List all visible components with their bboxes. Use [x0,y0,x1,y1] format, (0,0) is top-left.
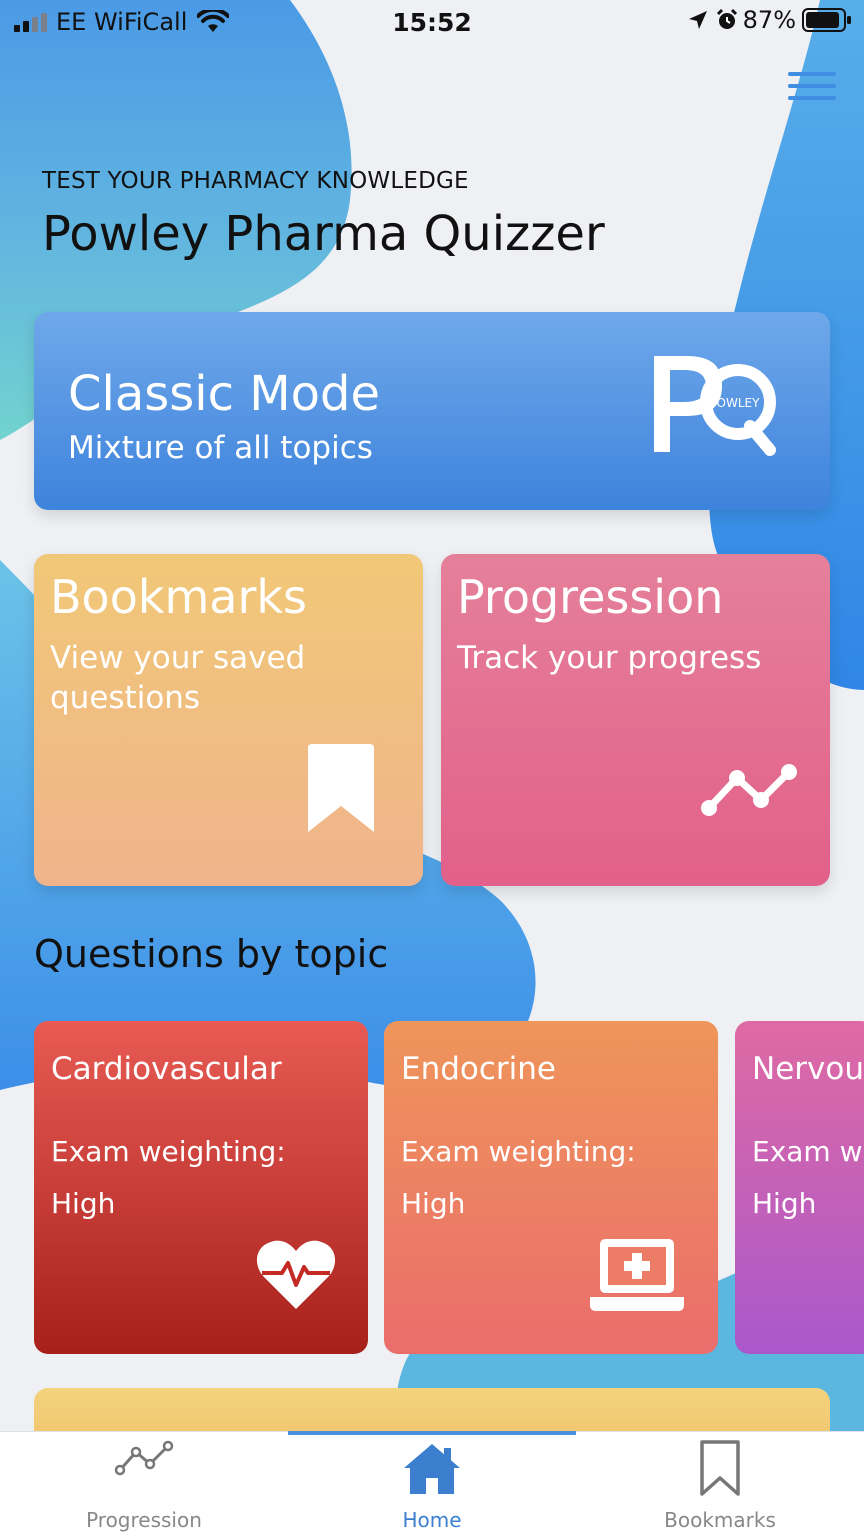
bookmark-icon [308,744,374,832]
tab-label: Bookmarks [664,1508,776,1532]
battery-percent: 87% [742,6,796,34]
status-bar: EE WiFiCall 15:52 87% [0,0,864,44]
progression-card-title: Progression [457,570,724,624]
line-chart-icon [701,764,797,816]
topic-weighting-label: Exam weighting: [401,1135,636,1168]
status-right: 87% [687,6,852,34]
progression-card[interactable]: Progression Track your progress [441,554,830,886]
page-subtitle: TEST YOUR PHARMACY KNOWLEDGE [42,168,469,194]
home-icon [404,1444,460,1494]
tab-bar: Progression Home Bookmarks [0,1431,864,1536]
page-title: Powley Pharma Quizzer [42,206,605,262]
tab-label: Home [402,1508,462,1532]
laptop-medical-icon [590,1239,684,1311]
line-chart-icon [114,1440,174,1476]
topic-title: Cardiovascular [51,1051,282,1087]
bookmark-outline-icon [700,1440,740,1496]
topic-card-endocrine[interactable]: Endocrine Exam weighting: High [384,1021,718,1354]
topics-section-title: Questions by topic [34,932,389,976]
alarm-icon [716,8,737,29]
pq-logo-text: OWLEY [717,396,761,410]
topic-card-nervous[interactable]: Nervou Exam we High [735,1021,864,1354]
location-arrow-icon [688,11,707,29]
topic-title: Endocrine [401,1051,556,1087]
tab-bookmarks[interactable]: Bookmarks [576,1432,864,1536]
topic-title: Nervou [752,1051,864,1087]
classic-mode-title: Classic Mode [68,366,381,422]
bookmarks-card-title: Bookmarks [50,570,307,624]
hamburger-menu-icon[interactable] [786,72,838,108]
classic-mode-card[interactable]: Classic Mode Mixture of all topics OWLEY [34,312,830,510]
progression-card-subtitle: Track your progress [457,640,762,676]
topic-weighting-label: Exam weighting: [51,1135,286,1168]
tab-progression[interactable]: Progression [0,1432,288,1536]
heartbeat-icon [256,1240,336,1309]
tab-home[interactable]: Home [288,1432,576,1536]
topic-weighting-label: Exam we [752,1135,864,1168]
pq-logo-icon: OWLEY [654,356,776,456]
topic-weighting-value: High [401,1187,466,1220]
classic-mode-subtitle: Mixture of all topics [68,430,373,466]
bookmarks-card[interactable]: Bookmarks View your saved questions [34,554,423,886]
tab-label: Progression [86,1508,202,1532]
topic-card-cardiovascular[interactable]: Cardiovascular Exam weighting: High [34,1021,368,1354]
bookmarks-card-subtitle: View your saved questions [50,640,306,716]
battery-icon [802,8,851,32]
topic-weighting-value: High [51,1187,116,1220]
topic-weighting-value: High [752,1187,817,1220]
